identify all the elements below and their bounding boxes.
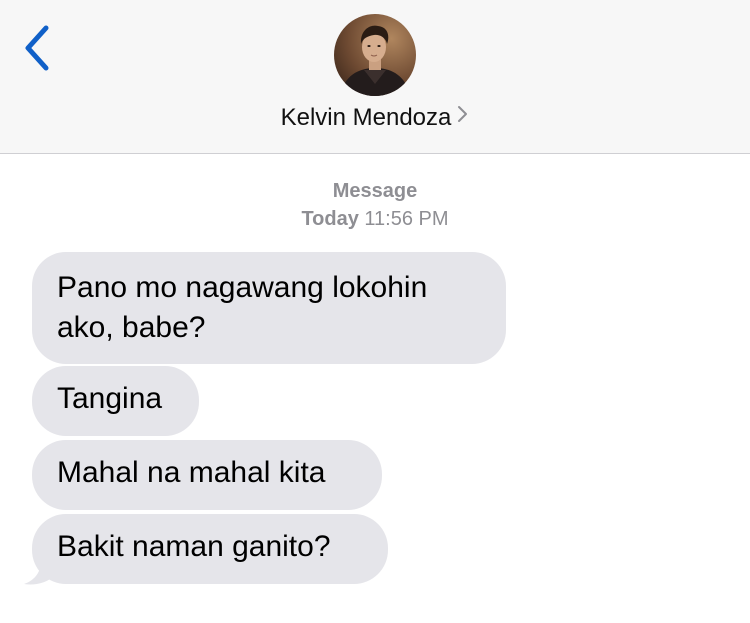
message-bubble[interactable]: Mahal na mahal kita (32, 440, 382, 510)
bubble-tail (24, 556, 54, 585)
contact-avatar[interactable] (334, 14, 416, 96)
message-text-line: ako, babe? (57, 311, 206, 344)
back-button[interactable] (18, 22, 58, 74)
chevron-right-icon (457, 103, 469, 131)
timestamp-day: Today (301, 208, 359, 230)
message-text-line: Pano mo nagawang lokohin (57, 271, 428, 304)
message-bubble[interactable]: Tangina (32, 366, 199, 436)
contact-name: Kelvin Mendoza (280, 104, 452, 131)
avatar-photo (334, 14, 416, 96)
message-text: Tangina (57, 382, 163, 415)
conversation-header: Kelvin Mendoza (0, 0, 750, 154)
message-text: Bakit naman ganito? (57, 530, 331, 563)
service-label: Message (332, 180, 418, 202)
message-bubble[interactable]: Pano mo nagawang lokohin ako, babe? (32, 252, 506, 364)
message-bubble[interactable]: Bakit naman ganito? (32, 514, 388, 584)
chevron-left-icon (25, 25, 49, 71)
timestamp-time: 11:56 PM (364, 208, 449, 230)
contact-name-button[interactable]: Kelvin Mendoza (0, 104, 750, 132)
message-text: Mahal na mahal kita (57, 456, 326, 489)
timestamp: Today 11:56 PM (0, 208, 750, 231)
